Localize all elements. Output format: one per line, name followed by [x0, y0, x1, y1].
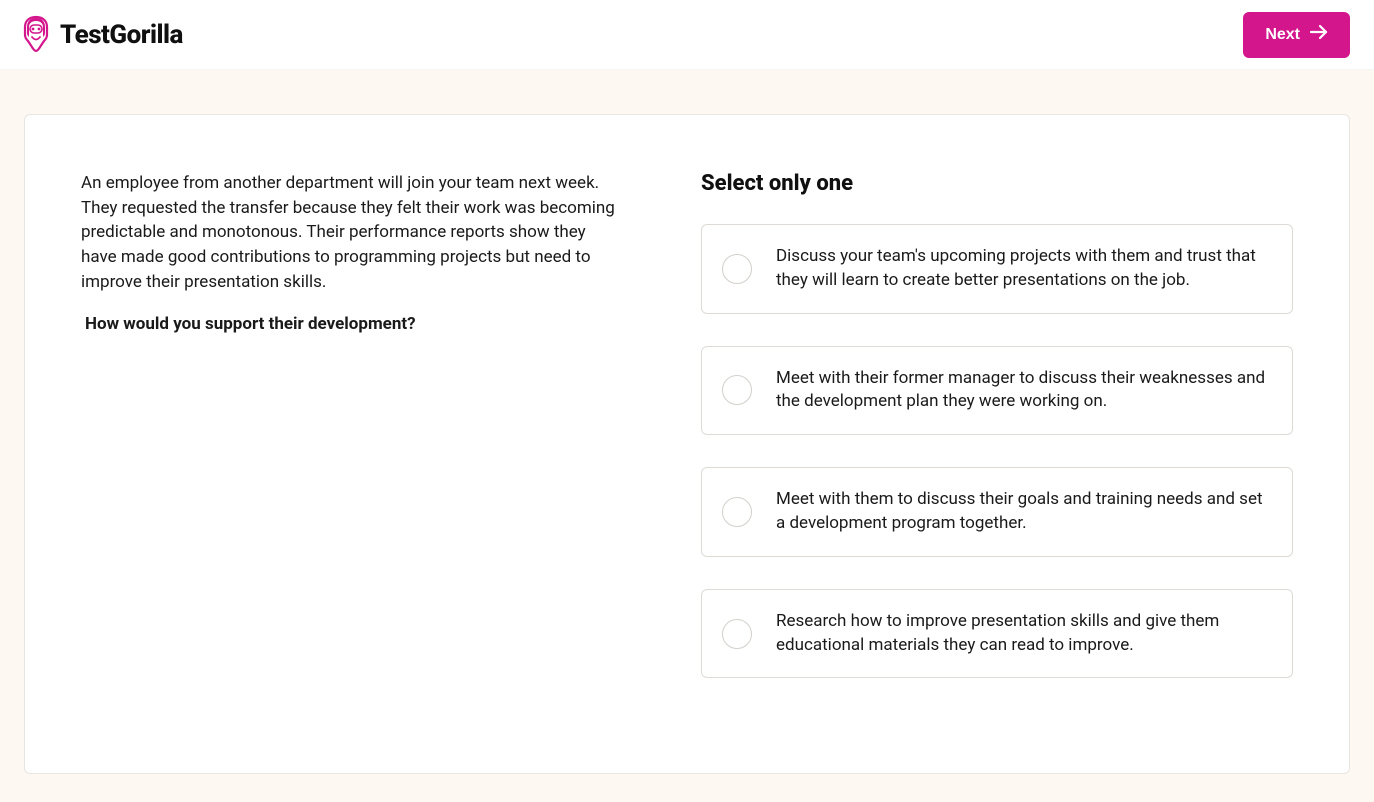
question-panel: An employee from another department will…: [81, 171, 621, 703]
answer-option[interactable]: Meet with them to discuss their goals an…: [701, 467, 1293, 557]
brand-logo: TestGorilla: [20, 15, 183, 55]
next-button-label: Next: [1265, 26, 1300, 44]
radio-icon: [722, 375, 752, 405]
arrow-right-icon: [1310, 24, 1328, 45]
select-heading: Select only one: [701, 171, 1293, 196]
scenario-text: An employee from another department will…: [81, 171, 621, 294]
question-prompt: How would you support their development?: [85, 314, 621, 334]
answer-option[interactable]: Meet with their former manager to discus…: [701, 346, 1293, 436]
question-card: An employee from another department will…: [24, 114, 1350, 774]
next-button[interactable]: Next: [1243, 12, 1350, 58]
gorilla-icon: [20, 15, 52, 55]
radio-icon: [722, 619, 752, 649]
answer-option[interactable]: Research how to improve presentation ski…: [701, 589, 1293, 679]
answer-option-label: Research how to improve presentation ski…: [776, 610, 1268, 658]
brand-name: TestGorilla: [60, 20, 183, 50]
radio-icon: [722, 497, 752, 527]
app-header: TestGorilla Next: [0, 0, 1374, 70]
page-body: An employee from another department will…: [0, 70, 1374, 798]
answer-option[interactable]: Discuss your team's upcoming projects wi…: [701, 224, 1293, 314]
radio-icon: [722, 254, 752, 284]
answer-option-label: Meet with them to discuss their goals an…: [776, 488, 1268, 536]
answer-option-label: Meet with their former manager to discus…: [776, 367, 1268, 415]
answer-option-label: Discuss your team's upcoming projects wi…: [776, 245, 1268, 293]
answers-panel: Select only one Discuss your team's upco…: [701, 171, 1293, 703]
